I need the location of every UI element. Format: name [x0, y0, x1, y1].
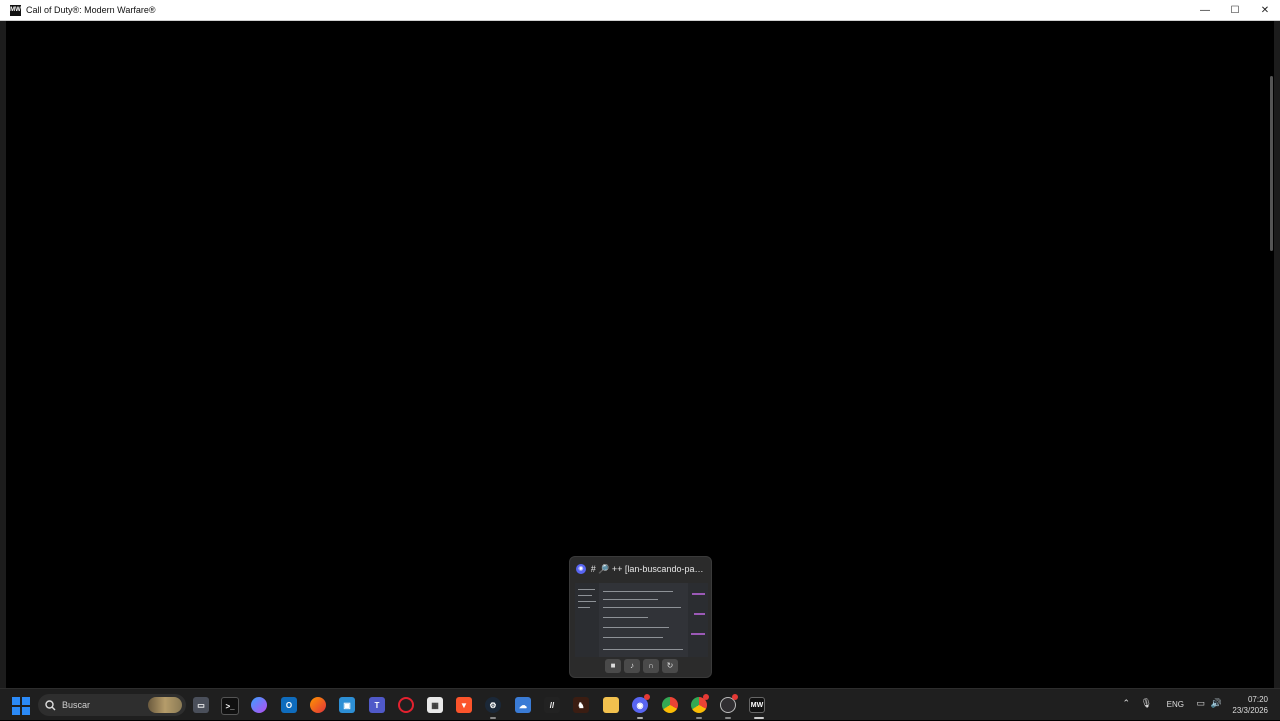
obs-recording-badge [732, 694, 738, 700]
mod-tool-icon[interactable]: // [544, 697, 560, 713]
chrome-icon[interactable] [662, 697, 678, 713]
search-highlight-image [148, 697, 182, 713]
active-app-indicator [754, 717, 764, 719]
taskbar-search-box[interactable]: Buscar [38, 694, 186, 716]
game-launcher-icon[interactable]: ♞ [573, 697, 589, 713]
copilot-icon[interactable] [251, 697, 267, 713]
taskbar-thumbnail-preview[interactable]: ◉ # 🔎 ++ [lan-buscando-part... ■ ♪ ∩ ↻ [569, 556, 712, 678]
preview-line [603, 591, 673, 592]
preview-accent [694, 613, 705, 615]
window-title: Call of Duty®: Modern Warfare® [26, 5, 156, 15]
search-placeholder: Buscar [62, 700, 91, 710]
leave-call-icon[interactable]: ↻ [662, 659, 678, 673]
brave-icon[interactable]: ▼ [456, 697, 472, 713]
running-indicator [637, 717, 643, 719]
clock[interactable]: 07:20 23/3/2026 [1232, 694, 1268, 716]
discord-notification-badge [644, 694, 650, 700]
task-view-icon[interactable]: ▭ [193, 697, 209, 713]
preview-line [578, 589, 595, 590]
opera-icon[interactable] [398, 697, 414, 713]
chevron-up-icon[interactable]: ⌃ [1122, 698, 1130, 709]
modern-warfare-icon[interactable]: MW [749, 697, 765, 713]
weather-icon[interactable]: ☁ [515, 697, 531, 713]
minimize-button[interactable]: — [1190, 0, 1220, 20]
preview-line [603, 617, 648, 618]
network-icon[interactable]: ▭ [1196, 698, 1205, 709]
firefox-icon[interactable] [310, 697, 326, 713]
preview-call-controls: ■ ♪ ∩ ↻ [570, 659, 713, 673]
preview-accent [692, 593, 705, 595]
headphones-icon[interactable]: ∩ [643, 659, 659, 673]
preview-title: # 🔎 ++ [lan-buscando-part... [590, 563, 705, 574]
preview-line [603, 599, 658, 600]
outlook-icon[interactable]: O [281, 697, 297, 713]
chrome-profile-badge [703, 694, 709, 700]
preview-screenshot[interactable] [575, 583, 708, 657]
preview-line [603, 649, 683, 650]
window-controls: — ☐ ✕ [1190, 0, 1280, 20]
preview-accent [691, 633, 705, 635]
window-title-bar[interactable]: MW Call of Duty®: Modern Warfare® — ☐ ✕ [0, 0, 1280, 21]
file-explorer-icon[interactable] [603, 697, 619, 713]
preview-line [578, 607, 590, 608]
teams-icon[interactable]: T [369, 697, 385, 713]
running-indicator [725, 717, 731, 719]
preview-line [603, 637, 663, 638]
running-indicator [490, 717, 496, 719]
search-icon [45, 699, 56, 711]
preview-line [603, 627, 669, 628]
clock-date: 23/3/2026 [1232, 706, 1268, 715]
windows-start-icon[interactable] [12, 697, 30, 715]
terminal-icon[interactable]: >_ [221, 697, 239, 715]
microphone-icon[interactable]: 🎙 [1141, 698, 1152, 709]
mic-icon[interactable]: ♪ [624, 659, 640, 673]
mw-app-icon: MW [10, 4, 21, 16]
taskbar: Buscar ▭ >_ O ▣ T ▦ ▼ ⚙ ☁ // ♞ ◉ MW ⌃ 🎙 … [0, 688, 1280, 720]
preview-line [578, 595, 592, 596]
microsoft-store-icon[interactable]: ▦ [427, 697, 443, 713]
running-indicator [696, 717, 702, 719]
steam-icon[interactable]: ⚙ [485, 697, 501, 713]
camera-icon[interactable]: ■ [605, 659, 621, 673]
preview-header: ◉ # 🔎 ++ [lan-buscando-part... [570, 557, 711, 581]
preview-line [603, 607, 681, 608]
remote-desktop-icon[interactable]: ▣ [339, 697, 355, 713]
discord-icon: ◉ [576, 564, 586, 574]
close-button[interactable]: ✕ [1250, 0, 1280, 20]
clock-time: 07:20 [1247, 695, 1268, 704]
volume-icon[interactable]: 🔊 [1211, 698, 1222, 709]
maximize-button[interactable]: ☐ [1220, 0, 1250, 20]
preview-line [578, 601, 596, 602]
language-indicator[interactable]: ENG [1167, 700, 1184, 709]
vertical-scrollbar[interactable] [1270, 76, 1273, 251]
